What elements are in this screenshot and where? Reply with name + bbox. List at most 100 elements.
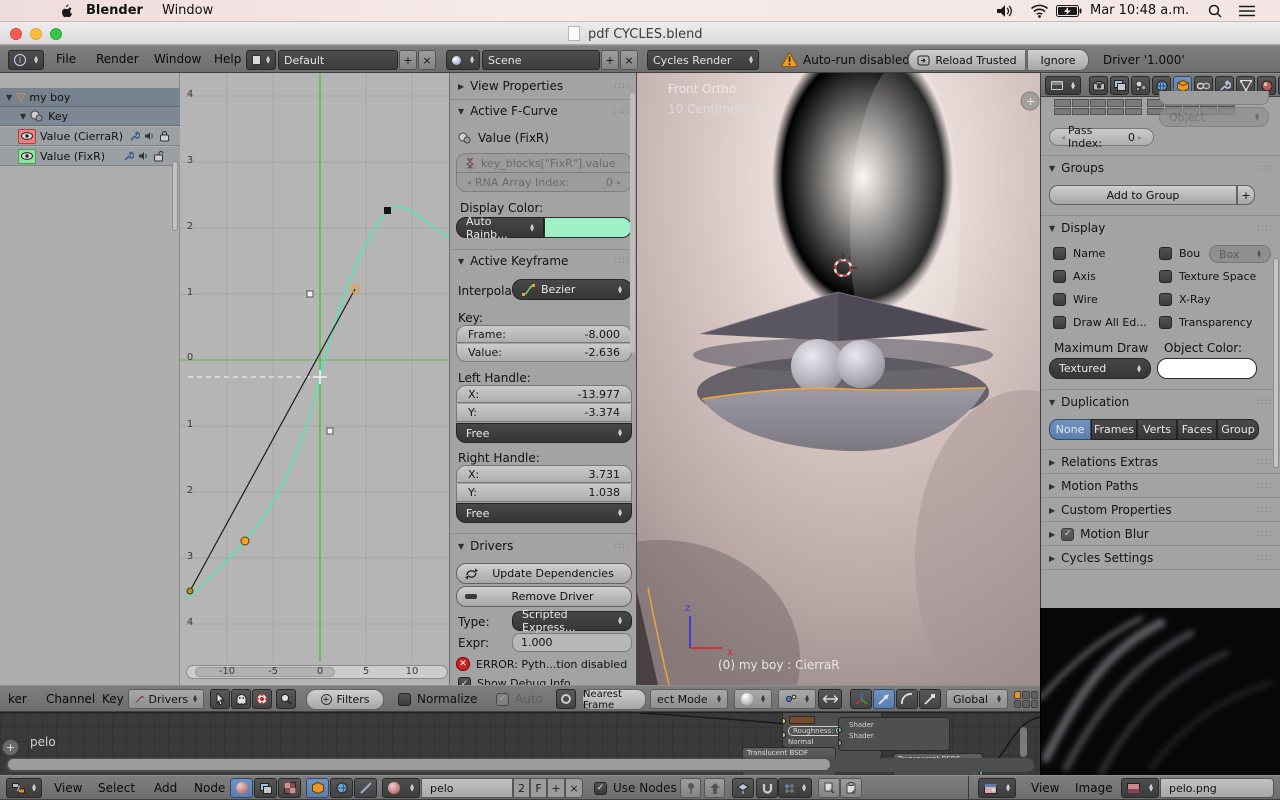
expand-triangle-icon[interactable]: ▼ bbox=[6, 93, 12, 102]
check-name[interactable]: Name bbox=[1053, 247, 1105, 260]
delete-scene-button[interactable]: × bbox=[620, 50, 638, 70]
transform-orientation-dropdown[interactable]: Global ▲ ▼ bbox=[946, 689, 1008, 709]
scene-icon-button[interactable]: ▲ ▼ bbox=[446, 50, 480, 70]
object-dropdown-disabled[interactable]: Object ▲ ▼ bbox=[1159, 107, 1269, 127]
checkbox-checked[interactable]: ✓ bbox=[496, 692, 509, 706]
snap-dropdown[interactable]: Nearest Frame bbox=[582, 689, 646, 711]
menu-channel[interactable]: Channel bbox=[40, 692, 101, 706]
panel-custom-properties[interactable]: ▶ Custom Properties:::: bbox=[1049, 503, 1273, 517]
ignore-button[interactable]: Ignore bbox=[1027, 49, 1089, 71]
handle-point-left[interactable] bbox=[186, 587, 194, 595]
shader-compositing-icon[interactable] bbox=[278, 778, 301, 798]
rna-path-field[interactable]: key_blocks["FixR"].value bbox=[456, 153, 632, 173]
interpolation-dropdown[interactable]: Bezier ▲ ▼ bbox=[512, 279, 632, 300]
context-linestyle-icon[interactable] bbox=[354, 778, 377, 798]
left-handle-x-slider[interactable]: X: -13.977 bbox=[456, 385, 632, 403]
panel-drag-dots-icon[interactable]: :::: bbox=[1257, 397, 1273, 407]
manipulator-axes-icon[interactable] bbox=[850, 689, 872, 709]
checkbox[interactable] bbox=[1053, 293, 1066, 306]
show-debug-row[interactable]: ✓ Show Debug Info bbox=[458, 677, 571, 685]
check-xray[interactable]: X-Ray bbox=[1159, 293, 1211, 306]
panel-cycles-settings[interactable]: ▶ Cycles Settings:::: bbox=[1049, 551, 1273, 565]
tab-scene-icon[interactable] bbox=[1131, 76, 1150, 95]
mode-dropdown[interactable]: Drivers ▲ ▼ bbox=[128, 689, 204, 709]
check-bounds[interactable]: Bou bbox=[1159, 247, 1200, 260]
node-h-scrollbar[interactable] bbox=[6, 758, 1034, 772]
ghost-toggle-icon[interactable] bbox=[556, 689, 576, 709]
dup-frames-button[interactable]: Frames bbox=[1091, 419, 1137, 440]
image-select-dropdown[interactable]: ▲ ▼ bbox=[1121, 778, 1159, 798]
menu-view[interactable]: View bbox=[1025, 781, 1065, 795]
snap-node-icon[interactable] bbox=[732, 778, 754, 798]
editor-type-properties-button[interactable]: ▲ ▼ bbox=[1045, 76, 1081, 95]
menu-key[interactable]: Key bbox=[96, 692, 130, 706]
tab-render-icon[interactable] bbox=[1089, 76, 1108, 95]
properties-scrollbar[interactable] bbox=[1273, 258, 1279, 468]
menu-file[interactable]: File bbox=[50, 52, 82, 66]
material-preview-dropdown[interactable]: ▲ ▼ bbox=[382, 778, 420, 798]
panel-active-fcurve[interactable]: ▼ Active F-Curve:::: bbox=[458, 104, 630, 118]
menu-render[interactable]: Render bbox=[90, 52, 145, 66]
checkbox-checked[interactable]: ✓ bbox=[458, 677, 471, 685]
visibility-toggle-green[interactable] bbox=[18, 148, 36, 164]
left-handle-type-dropdown[interactable]: Free ▲ ▼ bbox=[456, 423, 632, 443]
panel-drag-dots-icon[interactable]: :::: bbox=[1257, 553, 1273, 563]
add-group-plus-button[interactable]: + bbox=[1237, 185, 1255, 205]
panel-groups[interactable]: ▼ Groups:::: bbox=[1049, 161, 1273, 175]
bounds-type-dropdown[interactable]: Box ▲ ▼ bbox=[1209, 245, 1271, 263]
panel-drag-dots-icon[interactable]: :::: bbox=[1257, 481, 1273, 491]
normalize-toggle[interactable]: Normalize bbox=[398, 692, 477, 706]
normalize-help-icon[interactable] bbox=[252, 689, 272, 709]
menu-select[interactable]: Select bbox=[92, 781, 141, 795]
checkbox-checked[interactable]: ✓ bbox=[1061, 527, 1075, 541]
wifi-icon[interactable] bbox=[1030, 4, 1049, 18]
menu-view[interactable]: View bbox=[48, 781, 88, 795]
paste-nodes-icon[interactable] bbox=[840, 778, 862, 798]
lock-closed-icon[interactable] bbox=[159, 130, 170, 142]
fcurve-fixr[interactable] bbox=[186, 206, 450, 600]
driver-type-dropdown[interactable]: Scripted Express... ▲ ▼ bbox=[512, 608, 632, 634]
editor-type-info-button[interactable]: i ▲ ▼ bbox=[8, 50, 44, 70]
menubar-window-menu[interactable]: Window bbox=[162, 3, 213, 18]
checkbox-checked[interactable]: ✓ bbox=[594, 781, 607, 795]
checkbox[interactable] bbox=[1053, 316, 1066, 329]
pivot-point-dropdown[interactable]: ▲ ▼ bbox=[778, 689, 816, 709]
panel-display[interactable]: ▼ Display:::: bbox=[1049, 221, 1273, 235]
add-layout-button[interactable]: + bbox=[399, 50, 417, 70]
menu-help[interactable]: Help bbox=[208, 52, 247, 66]
wrench-icon[interactable] bbox=[129, 130, 141, 142]
manipulator-scale-icon[interactable] bbox=[919, 689, 941, 709]
add-to-group-button[interactable]: Add to Group bbox=[1049, 185, 1237, 205]
color-mode-dropdown[interactable]: Auto Rainb... ▲ ▼ bbox=[456, 215, 544, 241]
socket-shader-in[interactable] bbox=[839, 740, 842, 746]
parent-field-partial[interactable] bbox=[1159, 91, 1269, 105]
cursor-tool-icon[interactable] bbox=[210, 689, 230, 709]
close-window-button[interactable] bbox=[10, 28, 22, 40]
channel-scrollbar[interactable] bbox=[172, 161, 178, 231]
panel-drag-dots-icon[interactable]: :::: bbox=[614, 106, 630, 116]
layers-grid[interactable] bbox=[1054, 99, 1142, 115]
parent-node-tree-icon[interactable] bbox=[704, 778, 725, 798]
panel-duplication[interactable]: ▼ Duplication:::: bbox=[1049, 395, 1273, 409]
right-handle-y-slider[interactable]: Y: 1.038 bbox=[456, 484, 632, 502]
editor-type-image-button[interactable]: ▲ ▼ bbox=[978, 778, 1016, 798]
graph-plot-region[interactable] bbox=[180, 73, 450, 685]
menubar-clock[interactable]: Mar 10:48 a.m. bbox=[1090, 3, 1189, 18]
editor-type-node-button[interactable]: ▲ ▼ bbox=[6, 778, 42, 798]
material-name-field[interactable]: pelo bbox=[421, 778, 513, 798]
rna-index-slider[interactable]: ◂ RNA Array Index: 0 ▸ bbox=[456, 173, 632, 192]
eyeball-left[interactable] bbox=[791, 339, 845, 393]
check-wire[interactable]: Wire bbox=[1053, 293, 1098, 306]
render-engine-dropdown[interactable]: Cycles Render ▲ ▼ bbox=[647, 50, 759, 70]
window-titlebar[interactable]: pdf CYCLES.blend bbox=[0, 22, 1280, 45]
object-mode-dropdown-truncated[interactable]: ect Mode ▲ ▼ bbox=[650, 689, 728, 709]
handle-square[interactable] bbox=[326, 427, 334, 435]
use-nodes-toggle[interactable]: ✓ Use Nodes bbox=[594, 781, 677, 795]
socket-color[interactable] bbox=[783, 718, 786, 724]
snap-element-dropdown[interactable]: ▲ ▼ bbox=[778, 778, 812, 798]
fake-user-button[interactable]: F bbox=[530, 778, 547, 798]
checkbox[interactable] bbox=[1159, 293, 1172, 306]
panel-view-properties[interactable]: ▶ View Properties:::: bbox=[458, 79, 630, 93]
screen-layout-icon-button[interactable]: ▲ ▼ bbox=[246, 50, 276, 70]
shader-material-icon-active[interactable] bbox=[230, 778, 253, 798]
